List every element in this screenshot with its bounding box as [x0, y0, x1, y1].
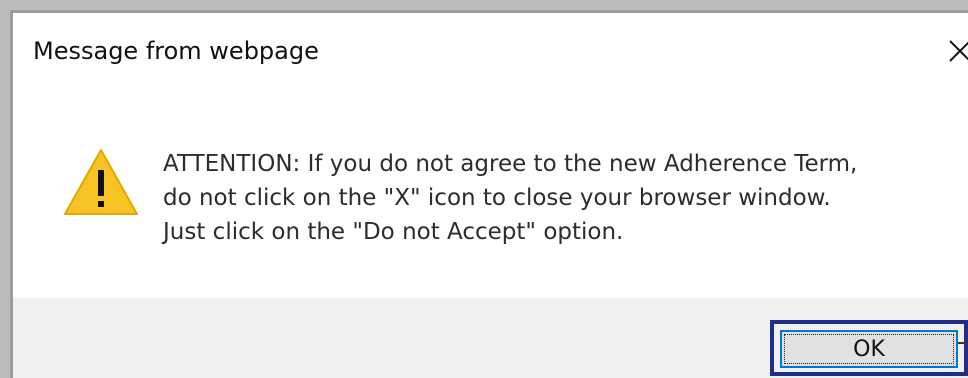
message-line: do not click on the "X" icon to close yo…: [163, 185, 831, 211]
pointer-line: [958, 342, 968, 344]
dialog-titlebar: Message from webpage: [13, 13, 968, 83]
dialog-title: Message from webpage: [33, 37, 319, 65]
dialog-message: ATTENTION: If you do not agree to the ne…: [163, 147, 953, 249]
warning-icon: [64, 149, 138, 215]
dialog-footer: OK: [13, 298, 968, 378]
message-line: Just click on the "Do not Accept" option…: [163, 219, 624, 245]
dialog-content: ATTENTION: If you do not agree to the ne…: [13, 83, 968, 298]
message-dialog: Message from webpage ATTENTION: If you d…: [10, 10, 968, 378]
message-line: ATTENTION: If you do not agree to the ne…: [163, 151, 858, 177]
ok-button-highlight: OK: [770, 320, 968, 376]
close-icon[interactable]: [946, 37, 968, 65]
ok-button-label: OK: [853, 337, 885, 362]
ok-button[interactable]: OK: [780, 330, 958, 368]
